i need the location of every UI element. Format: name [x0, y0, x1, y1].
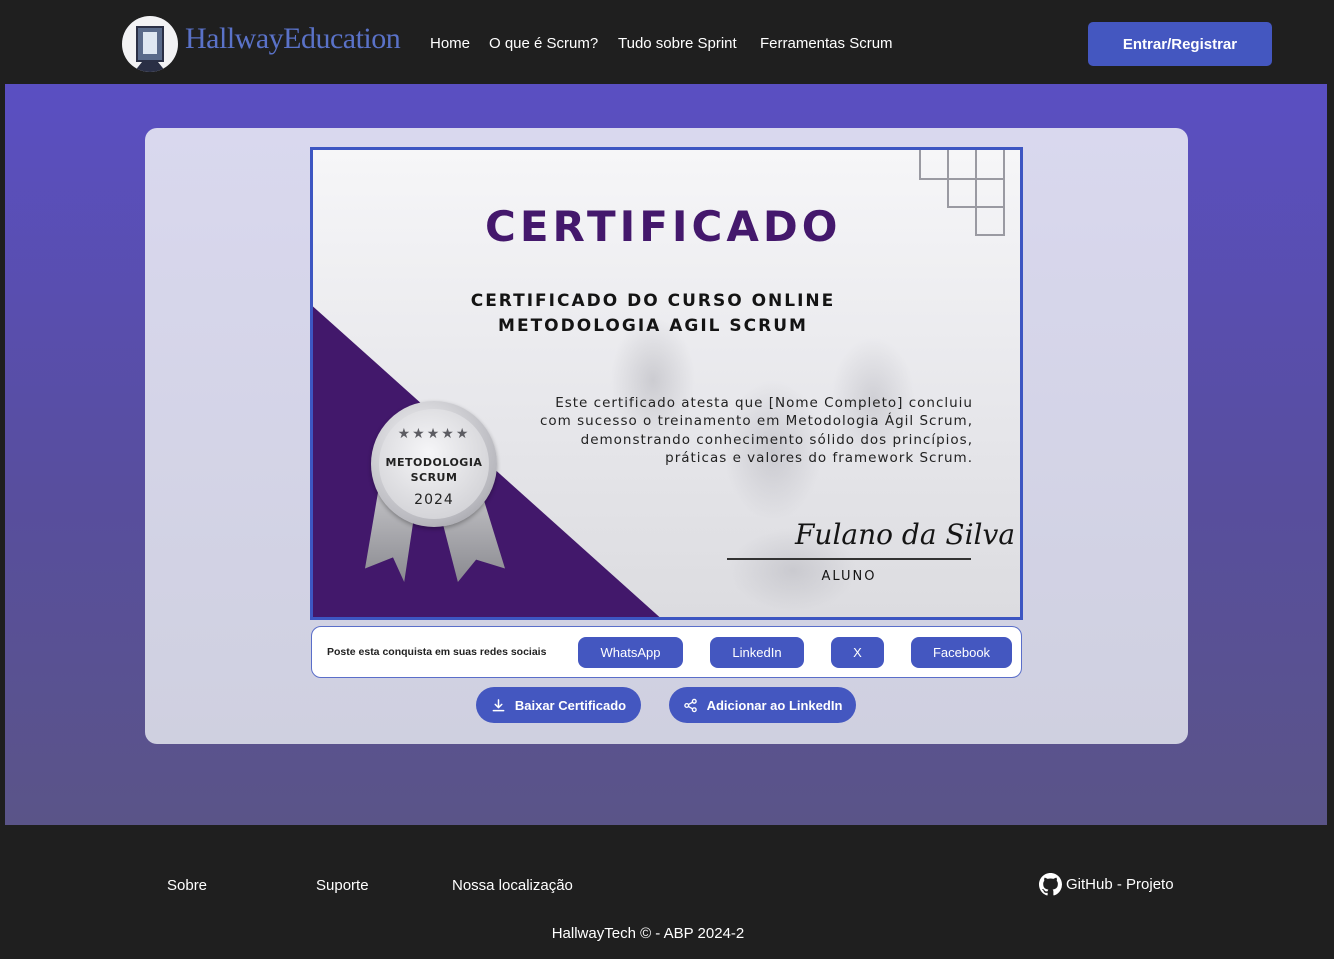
add-to-linkedin-label: Adicionar ao LinkedIn [706, 697, 843, 713]
github-label: GitHub - Projeto [1066, 876, 1174, 893]
signature-role: ALUNO [821, 569, 877, 584]
hallway-logo-icon[interactable] [122, 16, 178, 72]
medal-text: METODOLOGIA [385, 456, 483, 469]
download-icon [492, 698, 505, 711]
nav-sprint[interactable]: Tudo sobre Sprint [618, 35, 737, 52]
share-linkedin-button[interactable]: LinkedIn [710, 637, 804, 668]
subtitle-line: CERTIFICADO DO CURSO ONLINE [470, 291, 836, 311]
body-line: práticas e valores do framework Scrum. [665, 449, 973, 466]
share-icon [683, 698, 697, 712]
download-certificate-button[interactable]: Baixar Certificado [476, 687, 641, 723]
top-navbar: HallwayEducation Home O que é Scrum? Tud… [0, 0, 1334, 84]
login-register-button[interactable]: Entrar/Registrar [1088, 22, 1272, 66]
medal-year: 2024 [414, 492, 454, 508]
share-facebook-button[interactable]: Facebook [911, 637, 1012, 668]
signature: Fulano da Silva [795, 518, 1016, 551]
certificate-subtitle: CERTIFICADO DO CURSO ONLINE METODOLOGIA … [463, 289, 843, 339]
brand-name[interactable]: HallwayEducation [185, 22, 401, 56]
share-whatsapp-button[interactable]: WhatsApp [578, 637, 683, 668]
github-icon [1039, 873, 1062, 896]
footer-link-support[interactable]: Suporte [316, 877, 369, 894]
scrum-medal-icon: ★★★★★ METODOLOGIA SCRUM 2024 [371, 401, 497, 527]
signature-line [727, 558, 971, 560]
body-line: Este certificado atesta que [Nome Comple… [555, 395, 973, 411]
add-to-linkedin-button[interactable]: Adicionar ao LinkedIn [669, 687, 856, 723]
nav-what-is-scrum[interactable]: O que é Scrum? [489, 35, 598, 52]
footer-link-location[interactable]: Nossa localização [452, 877, 573, 894]
medal-stars-icon: ★★★★★ [397, 425, 471, 441]
body-line: com sucesso o treinamento em Metodologia… [539, 413, 973, 430]
share-x-button[interactable]: X [831, 637, 884, 668]
certificate-title: CERTIFICADO [485, 202, 842, 251]
nav-home[interactable]: Home [430, 35, 470, 52]
certificate-preview: CERTIFICADO CERTIFICADO DO CURSO ONLINE … [310, 147, 1023, 620]
medal-text: SCRUM [410, 471, 458, 484]
subtitle-line: METODOLOGIA AGIL SCRUM [498, 316, 808, 336]
download-certificate-label: Baixar Certificado [514, 697, 627, 713]
body-line: demonstrando conhecimento sólido dos pri… [580, 431, 973, 448]
certificate-body-text: Este certificado atesta que [Nome Comple… [503, 394, 973, 467]
share-label: Poste esta conquista em suas redes socia… [327, 646, 547, 658]
nav-scrum-tools[interactable]: Ferramentas Scrum [760, 35, 893, 52]
copyright-text: HallwayTech © - ABP 2024-2 [551, 925, 745, 942]
github-project-link[interactable]: GitHub - Projeto [1039, 873, 1174, 896]
footer: Sobre Suporte Nossa localização GitHub -… [0, 825, 1334, 959]
footer-link-about[interactable]: Sobre [167, 877, 207, 894]
social-share-bar: Poste esta conquista em suas redes socia… [311, 626, 1022, 678]
